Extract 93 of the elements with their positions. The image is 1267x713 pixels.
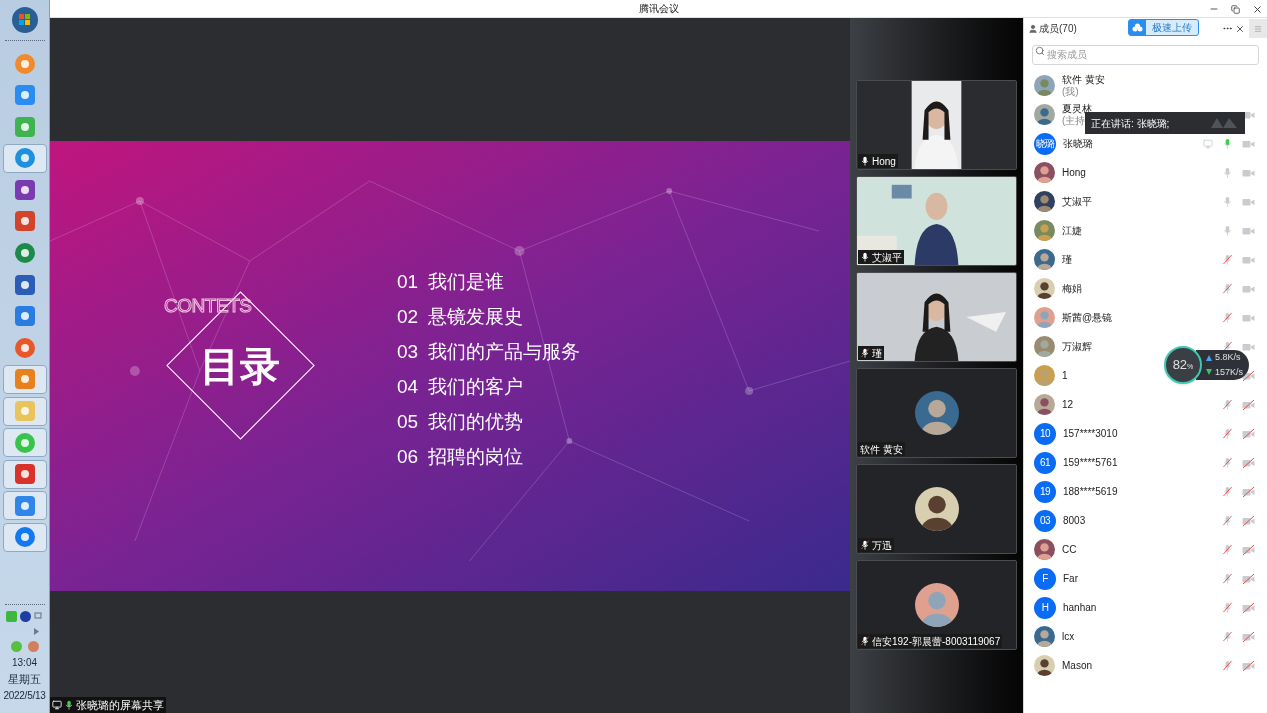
member-name: 万淑辉	[1062, 340, 1092, 353]
member-name: CC	[1062, 543, 1077, 556]
member-name: Hong	[1062, 166, 1086, 179]
item-number: 05	[397, 409, 419, 434]
agenda-item: 招聘的岗位	[428, 444, 524, 469]
avatar-icon	[914, 583, 959, 627]
help-icon[interactable]	[20, 610, 31, 622]
agenda-item: 悬镜发展史	[428, 304, 524, 329]
taskbar-app-icon[interactable]	[2, 396, 47, 426]
slide-title: 目录	[200, 342, 280, 390]
initials-avatar: 晓璐	[1034, 132, 1056, 155]
item-number: 03	[397, 339, 419, 364]
member-name: 188****5619	[1063, 485, 1118, 498]
window-icon[interactable]	[34, 611, 43, 621]
search-field[interactable]: 搜索成员	[1032, 44, 1259, 65]
mic-icon	[64, 700, 74, 710]
upload-button[interactable]: 极速上传	[1128, 19, 1199, 36]
member-role: (主持	[1062, 114, 1086, 127]
logo-icon	[1211, 118, 1237, 128]
member-name: 8003	[1063, 514, 1086, 527]
avatar-icon	[914, 391, 959, 435]
initials-avatar: H	[1034, 596, 1056, 619]
video-tile[interactable]: 信安192-郭晨蕾-8003119067	[856, 560, 1017, 650]
member-name: 斯茜@悬镜	[1062, 311, 1113, 324]
clock-time: 13:04	[12, 655, 37, 670]
screen-icon	[52, 700, 62, 710]
panel-title: 成员(70)	[1039, 22, 1077, 36]
participant-name: 信安192-郭晨蕾-8003119067	[872, 634, 1001, 649]
participant-name: Hong	[872, 154, 896, 169]
member-name: 张晓璐	[1063, 137, 1093, 150]
initials-avatar: 61	[1034, 451, 1056, 474]
member-name: 艾淑平	[1062, 195, 1092, 208]
taskbar-app-icon[interactable]	[2, 364, 47, 394]
agenda-item: 我们的产品与服务	[428, 339, 581, 364]
agenda-item: 我们是谁	[428, 269, 505, 294]
initials-avatar: F	[1034, 567, 1056, 590]
item-number: 01	[397, 269, 419, 294]
member-name: Far	[1063, 572, 1078, 585]
video-tile[interactable]: 软件 黄安	[856, 368, 1017, 458]
avatar-icon	[914, 487, 959, 531]
cloud-icon	[1132, 23, 1143, 32]
members-icon	[1028, 23, 1038, 34]
member-name: 软件 黄安	[1062, 73, 1105, 86]
search-icon	[1035, 46, 1045, 56]
video-tile[interactable]: Hong	[856, 80, 1017, 170]
member-name: 瑾	[1062, 253, 1072, 266]
download-speed: 157K/s	[1215, 365, 1244, 379]
member-name: 12	[1062, 398, 1074, 411]
member-name: 江婕	[1062, 224, 1082, 237]
participant-name: 艾淑平	[872, 250, 902, 265]
member-name: 梅娟	[1062, 282, 1082, 295]
clock-weekday: 星期五	[8, 671, 41, 687]
initials-avatar: 03	[1034, 509, 1056, 532]
upload-speed: 5.8K/s	[1215, 351, 1241, 364]
video-tile[interactable]: 艾淑平	[856, 176, 1017, 266]
member-name: 1	[1062, 369, 1068, 382]
taskbar-app-icon[interactable]	[2, 143, 47, 173]
start-button-icon[interactable]	[10, 6, 39, 34]
member-name: 159****5761	[1063, 456, 1118, 469]
initials-avatar: 10	[1034, 422, 1056, 445]
speaking-text: 正在讲话: 张晓璐;	[1091, 116, 1170, 131]
member-name: 157****3010	[1063, 427, 1118, 440]
expand-arrow-icon[interactable]	[34, 627, 39, 635]
video-tile[interactable]: 瑾	[856, 272, 1017, 362]
video-tile[interactable]: 万迅	[856, 464, 1017, 554]
share-label: 张晓璐的屏幕共享	[76, 697, 164, 713]
participant-name: 万迅	[872, 538, 892, 553]
item-number: 02	[397, 304, 419, 329]
menu-icon	[1254, 24, 1262, 33]
agenda-item: 我们的客户	[428, 374, 524, 399]
download-arrow-icon	[1206, 369, 1212, 376]
member-name: Mason	[1062, 659, 1092, 672]
taskbar-app-icon[interactable]	[2, 491, 47, 521]
agenda-item: 我们的优势	[428, 409, 524, 434]
restore-icon[interactable]	[1231, 4, 1240, 14]
upload-arrow-icon	[1206, 354, 1212, 361]
item-number: 06	[397, 444, 419, 469]
close-icon[interactable]	[1235, 23, 1245, 34]
close-icon[interactable]	[1252, 3, 1263, 15]
clock-date: 2022/5/13	[3, 689, 46, 703]
taskbar-app-icon[interactable]	[2, 522, 47, 552]
item-number: 04	[397, 374, 419, 399]
taskbar-app-icon[interactable]	[2, 459, 47, 489]
initials-avatar: 19	[1034, 480, 1056, 503]
window-title: 腾讯会议	[638, 2, 679, 16]
member-name: lcx	[1062, 630, 1075, 643]
participant-name: 软件 黄安	[860, 442, 903, 457]
tray-app-icon[interactable]	[10, 640, 22, 652]
member-name: hanhan	[1063, 601, 1097, 614]
member-role: (我)	[1062, 85, 1080, 98]
participant-name: 瑾	[872, 346, 882, 361]
member-name: 夏灵林	[1062, 102, 1092, 114]
tray-app-icon[interactable]	[27, 640, 39, 652]
